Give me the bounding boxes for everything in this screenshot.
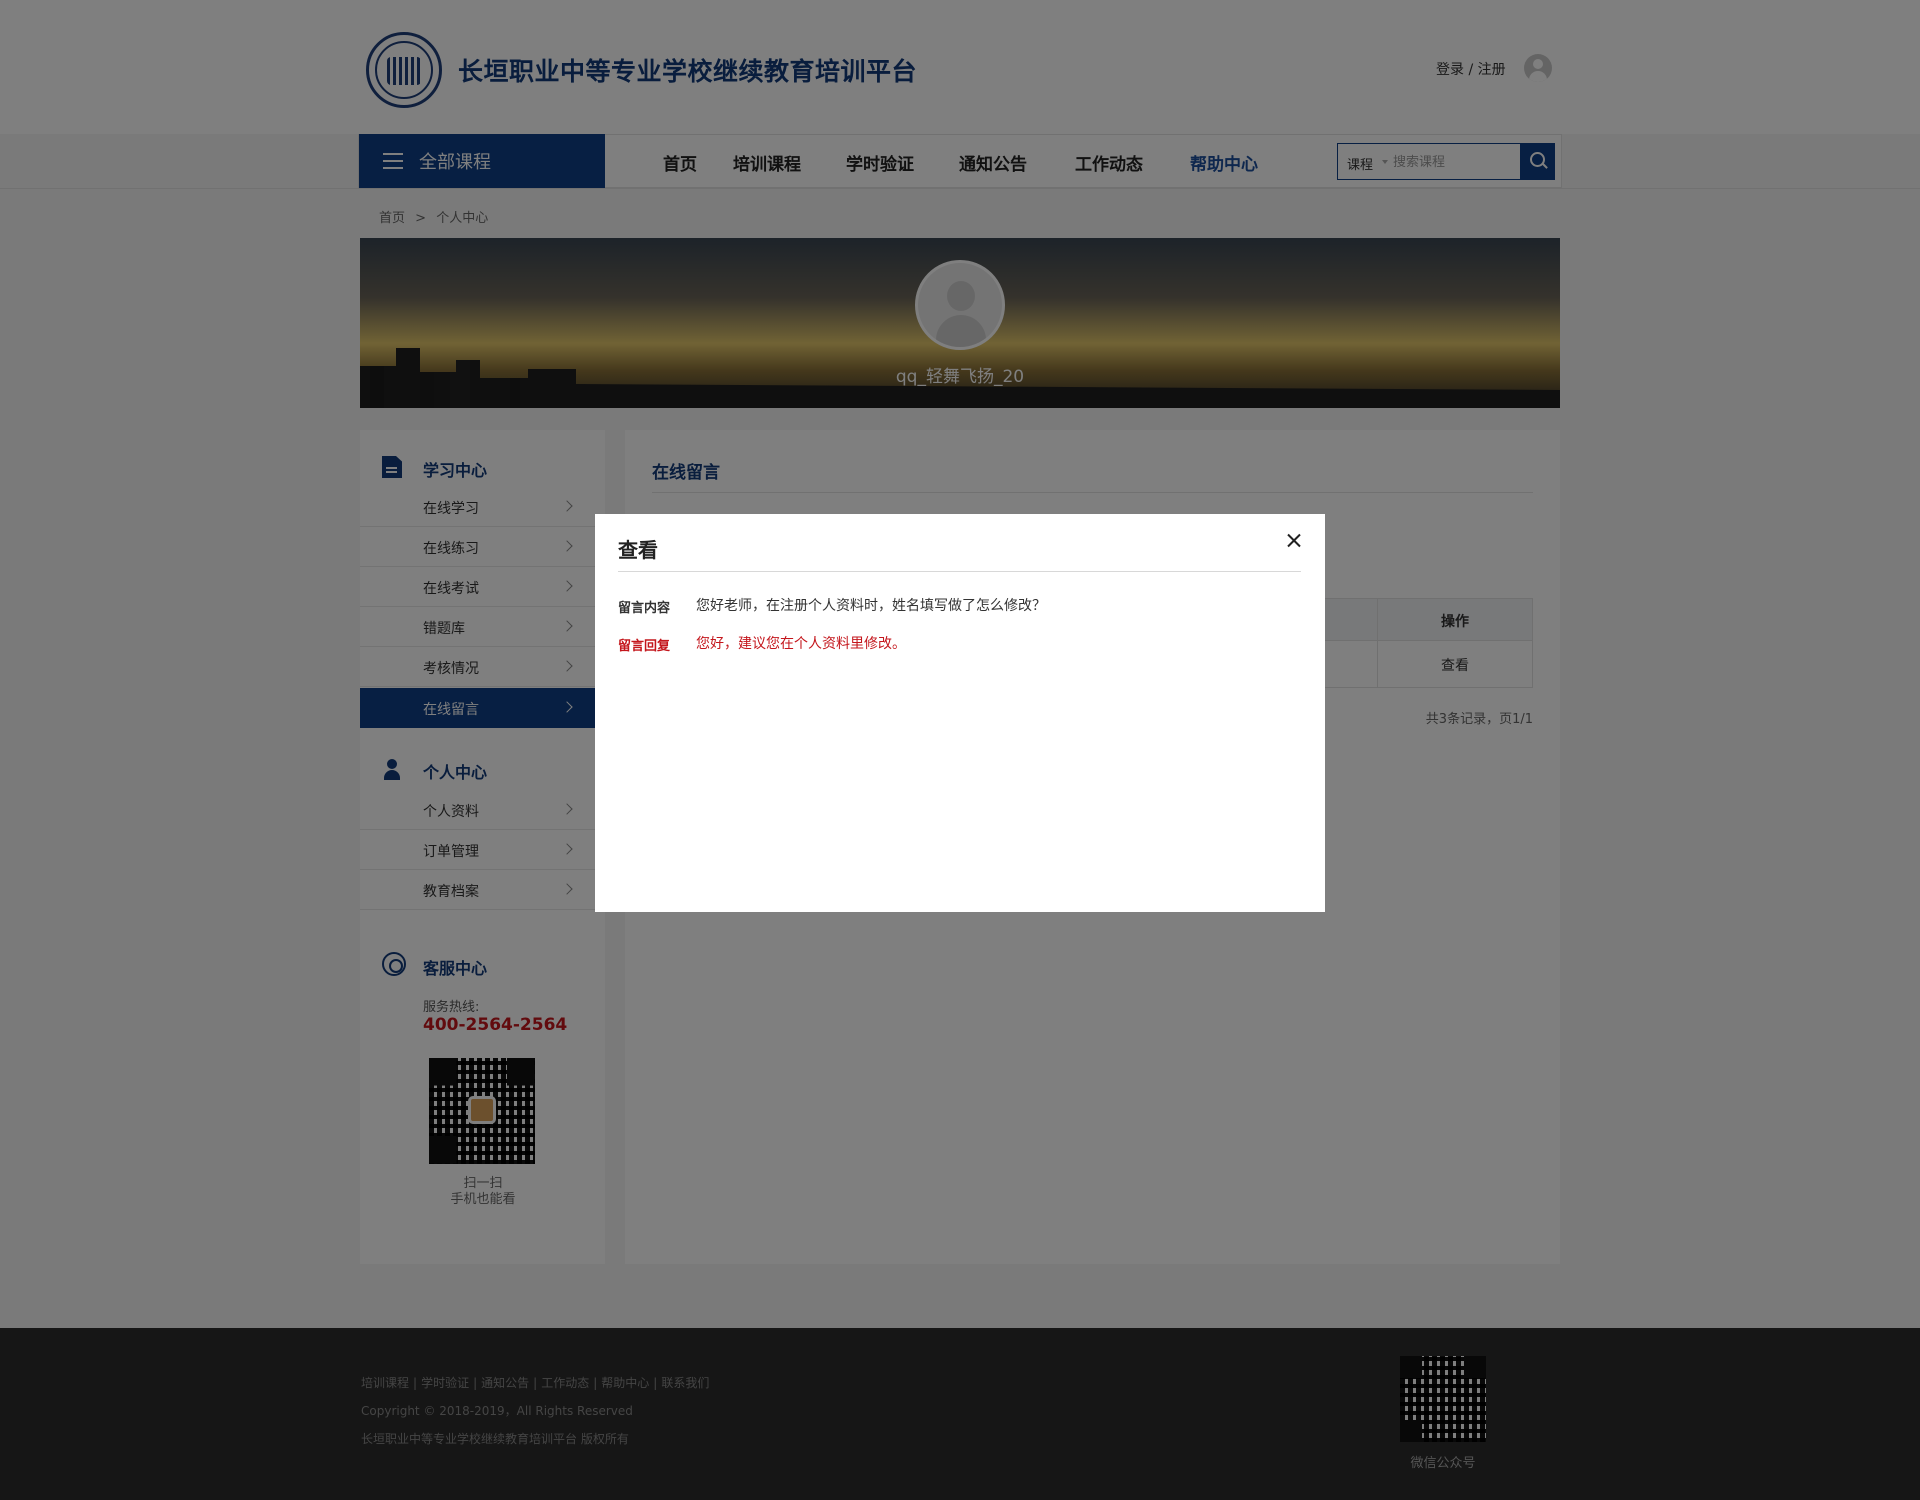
dialog-divider	[618, 571, 1301, 572]
close-icon[interactable]	[1283, 530, 1305, 552]
message-content-label: 留言内容	[618, 601, 671, 616]
view-message-dialog: 查看 留言内容 您好老师，在注册个人资料时，姓名填写做了怎么修改？ 留言回复 您…	[595, 514, 1325, 912]
message-reply-text: 您好，建议您在个人资料里修改。	[696, 636, 906, 652]
dialog-title: 查看	[618, 538, 658, 562]
message-reply-label: 留言回复	[618, 639, 671, 654]
message-content-text: 您好老师，在注册个人资料时，姓名填写做了怎么修改？	[696, 598, 1046, 614]
